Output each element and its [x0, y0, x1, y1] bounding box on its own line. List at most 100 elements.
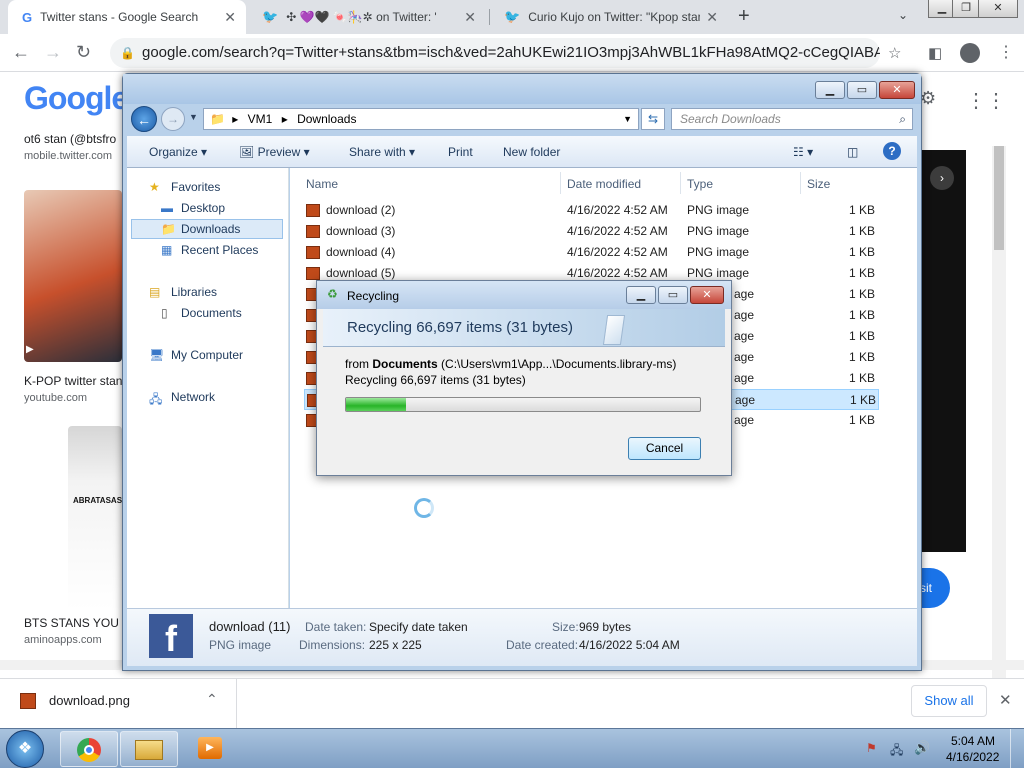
organize-button[interactable]: Organize ▾ [149, 145, 207, 159]
print-button[interactable]: Print [448, 145, 473, 159]
taskbar-chrome[interactable] [60, 731, 118, 767]
breadcrumb-downloads[interactable]: Downloads [297, 112, 356, 126]
explorer-title-bar[interactable]: ▁ ▭ ✕ [123, 74, 921, 104]
file-row[interactable]: download (4) 4/16/2022 4:52 AM PNG image 1 … [304, 242, 879, 263]
file-type: PNG image [687, 203, 750, 217]
chrome-icon [77, 738, 101, 762]
download-file-name[interactable]: download.png [49, 693, 130, 708]
dialog-title-bar[interactable]: ♻ Recycling ▁ ▭ ✕ [317, 281, 731, 309]
reload-icon[interactable]: ↻ [76, 42, 91, 63]
show-desktop-button[interactable] [1010, 729, 1024, 769]
close-shelf-icon[interactable]: ✕ [999, 691, 1012, 709]
nav-my-computer[interactable]: My Computer [171, 348, 243, 362]
nav-network[interactable]: Network [171, 390, 215, 404]
nav-downloads[interactable]: Downloads [181, 222, 240, 236]
menu-kebab-icon[interactable]: ⋮ [998, 42, 1014, 62]
file-name: download (3) [326, 224, 396, 238]
close-tab-icon[interactable]: ✕ [224, 9, 236, 26]
close-button[interactable]: ✕ [879, 81, 915, 99]
next-image-icon[interactable]: › [930, 166, 954, 190]
breadcrumb-vm1[interactable]: VM1 [248, 112, 273, 126]
maximize-button[interactable]: ▭ [847, 81, 877, 99]
media-player-icon[interactable]: ▶ [198, 737, 222, 759]
nav-desktop[interactable]: Desktop [181, 201, 225, 215]
shelf-divider [236, 679, 237, 729]
minimize-button[interactable]: ▁ [626, 286, 656, 304]
detail-file-kind: PNG image [209, 638, 272, 652]
cancel-button[interactable]: Cancel [628, 437, 701, 460]
preview-button[interactable]: 🖼 Preview ▾ [239, 145, 310, 159]
result-title[interactable]: ot6 stan (@btsfro [24, 132, 122, 146]
share-with-button[interactable]: Share with ▾ [349, 145, 415, 159]
nav-recent-places[interactable]: Recent Places [181, 243, 258, 257]
close-tab-icon[interactable]: ✕ [464, 9, 476, 26]
chevron-up-icon[interactable]: ⌃ [206, 691, 218, 708]
tab-google-search[interactable]: G Twitter stans - Google Search ✕ [8, 0, 246, 34]
forward-arrow-icon[interactable]: → [44, 42, 62, 63]
source-name[interactable]: Documents [372, 357, 437, 371]
column-size[interactable]: Size [807, 177, 830, 191]
apps-grid-icon[interactable]: ⋮⋮ [966, 88, 1006, 113]
network-tray-icon[interactable]: 🖧 [890, 741, 903, 762]
close-tab-icon[interactable]: ✕ [706, 9, 718, 26]
column-type[interactable]: Type [687, 177, 713, 191]
file-row[interactable]: download (3) 4/16/2022 4:52 AM PNG image 1 … [304, 221, 879, 242]
tab-twitter-2[interactable]: 🐦 Curio Kujo on Twitter: "Kpop stan ✕ [490, 0, 728, 34]
scrollbar-thumb[interactable] [994, 146, 1004, 250]
address-bar[interactable]: 🔒 google.com/search?q=Twitter+stans&tbm=… [110, 38, 880, 68]
column-name[interactable]: Name [306, 177, 338, 191]
new-tab-button[interactable]: + [738, 5, 750, 28]
back-arrow-icon[interactable]: ← [12, 42, 30, 63]
png-file-icon [306, 204, 320, 217]
show-all-button[interactable]: Show all [911, 685, 987, 717]
address-bar[interactable]: 📁 ▸ VM1 ▸ Downloads ▼ [203, 108, 639, 130]
help-icon[interactable]: ? [883, 142, 901, 160]
page-scrollbar[interactable] [992, 146, 1006, 736]
preview-pane-icon[interactable]: ◫ [847, 145, 858, 159]
column-date-modified[interactable]: Date modified [567, 177, 641, 191]
clock-time[interactable]: 5:04 AM [951, 734, 995, 748]
settings-gear-icon[interactable]: ⚙ [920, 88, 936, 109]
view-options-icon[interactable]: ☷ ▾ [793, 145, 813, 159]
action-center-flag-icon[interactable]: ⚑ [866, 741, 877, 755]
desktop-icon: ▬ [161, 201, 173, 215]
maximize-button[interactable]: ▭ [658, 286, 688, 304]
nav-favorites[interactable]: Favorites [171, 180, 220, 194]
recent-pages-icon[interactable]: ▼ [189, 112, 198, 122]
profile-avatar[interactable] [960, 43, 980, 63]
file-row[interactable]: download (2) 4/16/2022 4:52 AM PNG image 1 … [304, 200, 879, 221]
sidebar-icon[interactable]: ◧ [928, 44, 942, 62]
png-file-icon [306, 267, 320, 280]
thumbnail-caption: ABRATASAS [73, 496, 123, 505]
nav-documents[interactable]: Documents [181, 306, 242, 320]
google-logo[interactable]: Google [24, 80, 129, 117]
downloads-folder-icon: 📁 [161, 222, 176, 236]
back-button[interactable]: ← [131, 106, 157, 132]
refresh-icon[interactable]: ⇆ [641, 108, 665, 130]
result-title[interactable]: BTS STANS YOU S [24, 616, 122, 630]
close-button[interactable]: ✕ [690, 286, 724, 304]
clock-date[interactable]: 4/16/2022 [946, 750, 999, 764]
result-title[interactable]: K-POP twitter stan [24, 374, 122, 388]
minimize-button[interactable]: ▁ [815, 81, 845, 99]
nav-libraries[interactable]: Libraries [171, 285, 217, 299]
new-folder-button[interactable]: New folder [503, 145, 560, 159]
result-site: mobile.twitter.com [24, 150, 113, 162]
volume-icon[interactable]: 🔊 [914, 740, 930, 756]
file-type: PNG image [687, 245, 750, 259]
start-button-windows-icon[interactable]: ❖ [6, 730, 44, 768]
result-thumbnail[interactable] [24, 190, 122, 362]
tab-search-icon[interactable]: ⌄ [898, 8, 908, 22]
tab-twitter-1[interactable]: 🐦 ✣ 💜🖤 🍬🎠✲ on Twitter: "#h3h3 ✕ [248, 0, 486, 34]
chevron-down-icon[interactable]: ▼ [623, 109, 632, 129]
date-taken-value[interactable]: Specify date taken [369, 620, 468, 634]
close-window-button[interactable]: ✕ [978, 0, 1018, 18]
restore-button[interactable]: ❐ [952, 0, 980, 18]
taskbar-explorer[interactable] [120, 731, 178, 767]
search-input[interactable]: Search Downloads ⌕ [671, 108, 913, 130]
star-icon[interactable]: ☆ [888, 44, 901, 62]
result-thumbnail[interactable] [68, 426, 122, 610]
date-created-label: Date created: [506, 638, 579, 652]
forward-button[interactable]: → [161, 107, 185, 131]
libraries-icon: ▤ [149, 285, 161, 299]
